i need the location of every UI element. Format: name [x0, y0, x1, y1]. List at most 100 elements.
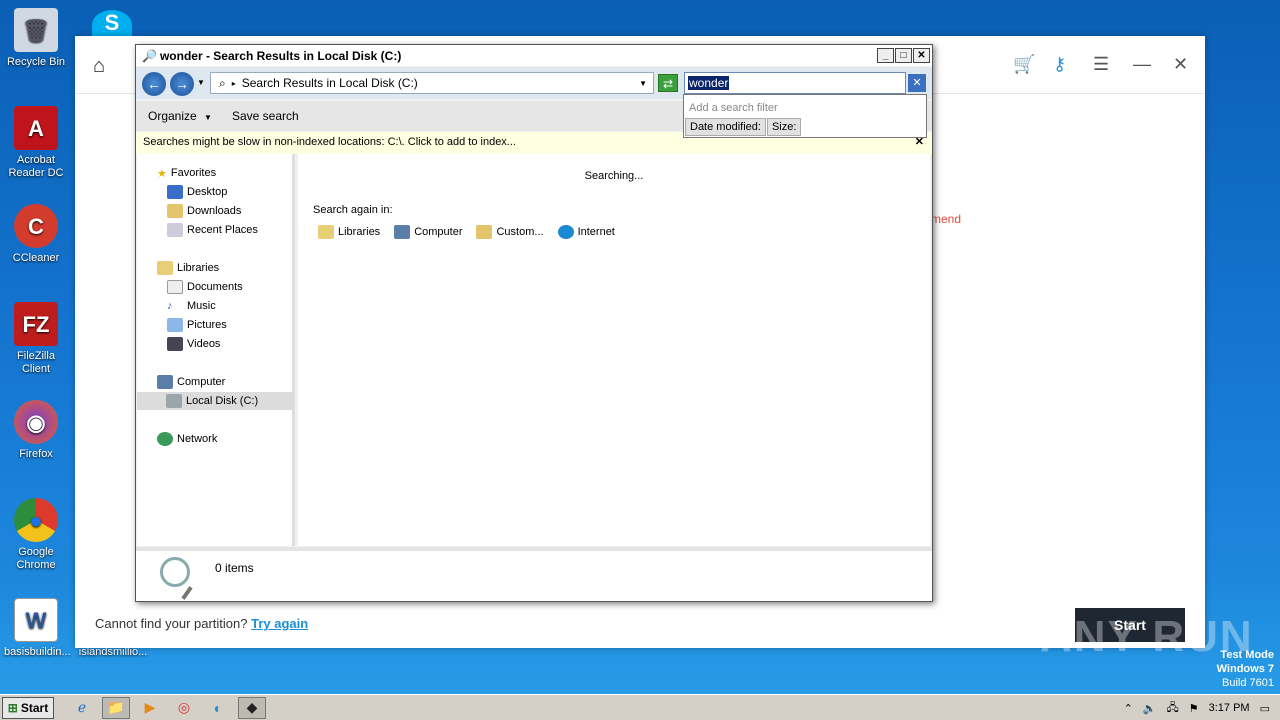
desktop-icon-label: Google Chrome [16, 546, 56, 571]
volume-icon[interactable]: 🔈 [1143, 702, 1157, 715]
minimize-button[interactable]: _ [877, 48, 894, 63]
nav-downloads[interactable]: Downloads [167, 202, 241, 220]
info-bar-text: Searches might be slow in non-indexed lo… [143, 136, 516, 148]
cart-icon[interactable]: 🛒 [1013, 54, 1035, 75]
show-hidden-icons-icon[interactable]: ⌃ [1124, 702, 1133, 715]
folder-icon [476, 225, 493, 239]
music-icon: ♪ [167, 300, 173, 312]
desktop-icon-recycle-bin[interactable]: 🗑 Recycle Bin [4, 8, 68, 69]
filter-hint: Add a search filter [689, 102, 778, 114]
chrome-taskbar-icon[interactable]: ◎ [170, 697, 198, 719]
close-button[interactable]: ✕ [913, 48, 930, 63]
searching-status: Searching... [584, 170, 644, 182]
key-icon[interactable]: ⚷ [1053, 54, 1066, 75]
navigation-pane: ★ Favorites Desktop Downloads Recent Plac… [137, 154, 295, 546]
nav-computer[interactable]: Computer [157, 373, 225, 391]
address-text: Search Results in Local Disk (C:) [241, 76, 418, 90]
nav-network[interactable]: Network [157, 430, 217, 448]
filter-date-modified[interactable]: Date modified: [685, 118, 766, 136]
videos-icon [167, 337, 183, 351]
media-player-taskbar-icon[interactable]: ▶ [136, 697, 164, 719]
ccleaner-icon: C [14, 204, 58, 248]
desktop-icon-firefox[interactable]: ◉ Firefox [4, 400, 68, 461]
desktop-icon-label: Firefox [19, 448, 53, 460]
action-center-flag-icon[interactable]: ⚑ [1189, 702, 1199, 715]
window-title: wonder - Search Results in Local Disk (C… [159, 48, 402, 63]
search-again-custom[interactable]: Custom... [476, 225, 544, 239]
search-again-internet[interactable]: Internet [557, 225, 615, 239]
desktop-icon-ccleaner[interactable]: C CCleaner [4, 204, 68, 265]
computer-icon [394, 225, 411, 239]
address-box[interactable]: ⌕ ▸ Search Results in Local Disk (C:) ▼ [210, 72, 654, 94]
menu-icon[interactable]: ☰ [1093, 54, 1109, 75]
search-icon: ⌕ [219, 75, 226, 90]
system-tray: ⌃ 🔈 🖧 ⚑ 3:17 PM ▭ [1124, 695, 1280, 720]
nav-music[interactable]: ♪ Music [167, 297, 216, 315]
network-icon [157, 432, 173, 446]
test-mode-notice: Test Mode Windows 7 Build 7601 [1217, 648, 1274, 690]
home-icon[interactable]: ⌂ [93, 55, 105, 78]
nav-desktop[interactable]: Desktop [167, 183, 227, 201]
acrobat-icon: A [14, 106, 58, 150]
refresh-button[interactable]: ⇄ [658, 74, 678, 92]
chevron-down-icon[interactable]: ▼ [639, 79, 647, 88]
nav-documents[interactable]: Documents [167, 278, 243, 296]
documents-icon [167, 280, 183, 294]
desktop-icon-chrome[interactable]: ● Google Chrome [4, 498, 68, 572]
nav-recent-places[interactable]: Recent Places [167, 221, 258, 239]
search-again-label: Search again in: [313, 204, 393, 216]
search-icon: 🔎 [142, 48, 157, 63]
word-document-icon: W [14, 598, 58, 642]
minimize-icon[interactable]: — [1133, 54, 1151, 75]
close-icon[interactable]: ✕ [1173, 54, 1188, 75]
clock[interactable]: 3:17 PM [1209, 702, 1250, 714]
desktop-icon-label: FileZilla Client [17, 350, 55, 375]
firefox-icon: ◉ [14, 400, 58, 444]
nav-videos[interactable]: Videos [167, 335, 220, 353]
search-filter-popup: Add a search filter Date modified: Size: [683, 94, 927, 138]
search-input[interactable]: wonder [684, 72, 906, 94]
desktop-icon-word-doc[interactable]: W basisbuildin... [4, 598, 71, 659]
magnifier-icon [160, 557, 190, 587]
partition-footer: Cannot find your partition? Try again [95, 616, 308, 631]
app-taskbar-icon[interactable]: ◆ [238, 696, 266, 719]
star-icon: ★ [157, 167, 167, 180]
pictures-icon [167, 318, 183, 332]
desktop-icon-label: Acrobat Reader DC [8, 154, 64, 179]
organize-menu[interactable]: Organize ▼ [148, 109, 212, 123]
recent-pages-dropdown[interactable]: ▼ [197, 78, 205, 87]
save-search-button[interactable]: Save search [232, 109, 299, 123]
libraries-icon [318, 225, 334, 239]
show-desktop-icon[interactable]: ▭ [1260, 702, 1270, 715]
explorer-title-bar: 🔎 wonder - Search Results in Local Disk … [136, 45, 932, 66]
filezilla-icon: FZ [14, 302, 58, 346]
search-again-computer[interactable]: Computer [394, 225, 462, 239]
filter-size[interactable]: Size: [766, 118, 802, 136]
desktop-icon-acrobat[interactable]: A Acrobat Reader DC [4, 106, 68, 180]
drive-icon [166, 394, 182, 408]
footer-text: Cannot find your partition? [95, 616, 248, 631]
network-status-icon[interactable]: 🖧 [1166, 699, 1178, 718]
edge-icon [557, 225, 574, 239]
downloads-icon [167, 204, 183, 218]
chevron-right-icon: ▸ [231, 78, 236, 88]
nav-local-disk[interactable]: Local Disk (C:) [137, 392, 293, 410]
edge-taskbar-icon[interactable]: ◐ [204, 697, 232, 719]
maximize-button[interactable]: □ [895, 48, 912, 63]
back-button[interactable]: ← [142, 72, 166, 96]
ie-taskbar-icon[interactable]: ℯ [68, 697, 96, 719]
nav-libraries[interactable]: Libraries [157, 259, 219, 277]
computer-icon [157, 375, 173, 389]
nav-favorites[interactable]: ★ Favorites [157, 164, 216, 182]
forward-button[interactable]: → [170, 72, 194, 96]
clear-search-button[interactable]: ✕ [908, 74, 926, 92]
desktop-icon-filezilla[interactable]: FZ FileZilla Client [4, 302, 68, 376]
search-again-libraries[interactable]: Libraries [318, 225, 380, 239]
chevron-down-icon: ▼ [204, 113, 212, 122]
nav-pictures[interactable]: Pictures [167, 316, 227, 334]
try-again-link[interactable]: Try again [251, 616, 308, 631]
start-menu-button[interactable]: ⊞ Start [2, 696, 54, 719]
desktop-icon-label: CCleaner [12, 252, 60, 264]
explorer-taskbar-icon[interactable]: 📁 [102, 696, 130, 719]
recycle-bin-icon: 🗑 [14, 8, 58, 52]
